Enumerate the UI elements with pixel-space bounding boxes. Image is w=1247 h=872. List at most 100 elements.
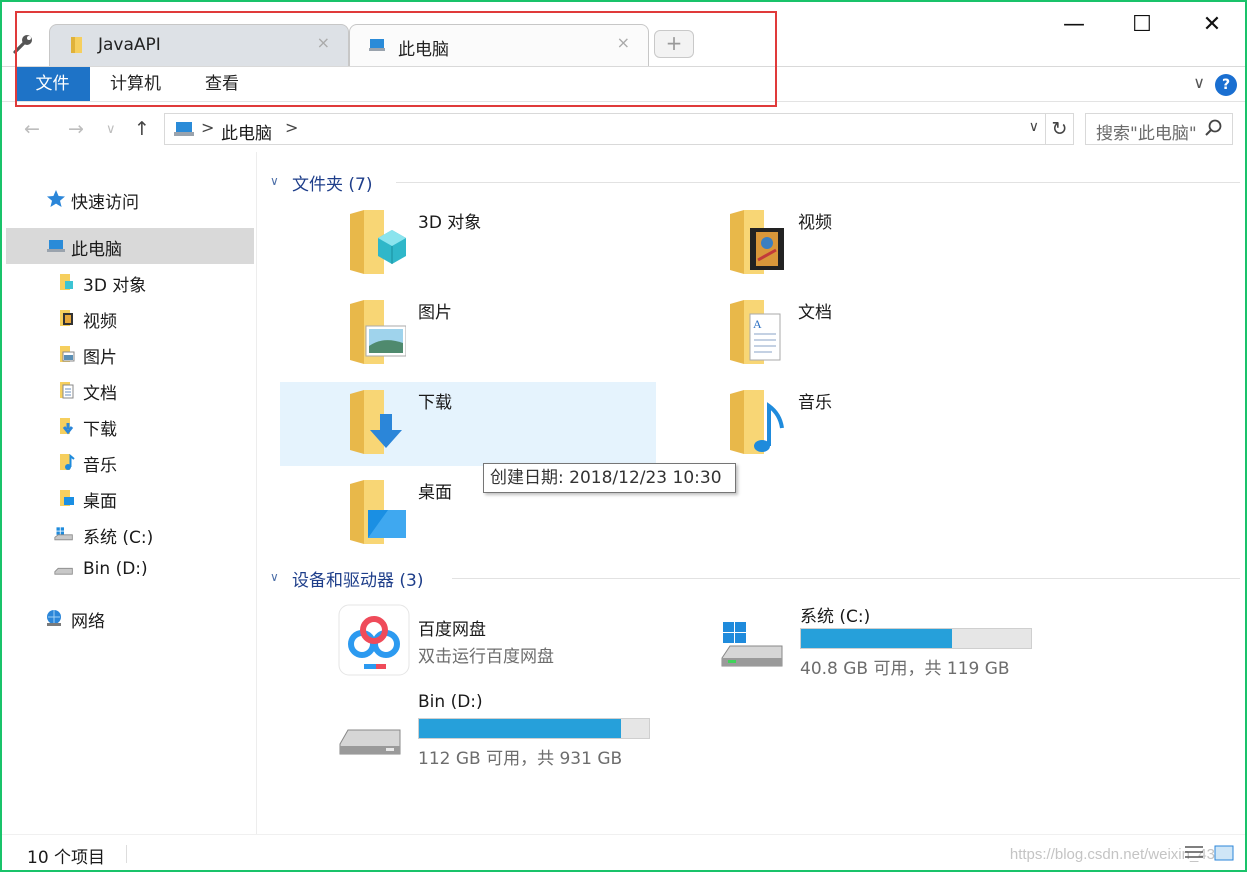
group-divider <box>452 578 1240 579</box>
sidebar-item-3d-objects[interactable]: 3D 对象 <box>6 264 254 300</box>
tab-close-button[interactable]: × <box>617 33 630 52</box>
folder-item-pictures[interactable]: 图片 <box>280 292 655 376</box>
search-box[interactable]: 搜索"此电脑" <box>1085 113 1233 145</box>
sidebar-item-label: 文档 <box>83 384 117 404</box>
quick-access-star-icon <box>47 190 65 207</box>
tab-close-button[interactable]: × <box>317 33 330 52</box>
folders-group-header[interactable]: ∨ 文件夹 (7) <box>270 168 1240 198</box>
sidebar-item-label: 3D 对象 <box>83 276 147 296</box>
close-window-button[interactable]: ✕ <box>1192 12 1232 42</box>
status-divider <box>126 845 127 863</box>
minimize-button[interactable]: — <box>1054 12 1094 42</box>
breadcrumb-this-pc[interactable]: 此电脑 <box>221 119 272 144</box>
address-dropdown-icon[interactable]: ∨ <box>1029 119 1039 135</box>
baidu-netdisk-icon <box>338 604 410 676</box>
drive-name: 系统 (C:) <box>800 607 871 627</box>
navigation-pane: 快速访问 此电脑 3D 对象 视频 图片 文档 下载 音乐 桌面 系统 (C:)… <box>2 152 257 834</box>
new-tab-button[interactable]: + <box>654 30 694 58</box>
folder-item-documents[interactable]: A 文档 <box>660 292 1035 376</box>
sidebar-item-label: 下载 <box>83 420 117 440</box>
title-bar: JavaAPI × 此电脑 × + — ☐ ✕ <box>2 2 1245 66</box>
collapse-chevron-icon[interactable]: ∨ <box>270 570 279 584</box>
folder-music-icon <box>730 390 784 454</box>
search-icon[interactable] <box>1204 118 1224 138</box>
drive-c-icon <box>721 622 783 667</box>
sidebar-item-documents[interactable]: 文档 <box>6 372 254 408</box>
maximize-button[interactable]: ☐ <box>1122 12 1162 42</box>
ribbon-tab-view[interactable]: 查看 <box>187 67 257 101</box>
search-placeholder: 搜索"此电脑" <box>1096 124 1196 144</box>
drive-usage-bar <box>418 718 650 739</box>
ribbon-tab-file[interactable]: 文件 <box>15 67 90 101</box>
sidebar-item-desktop[interactable]: 桌面 <box>6 480 254 516</box>
large-icons-view-icon[interactable] <box>1213 843 1235 863</box>
up-arrow-icon[interactable]: ↑ <box>134 118 150 140</box>
folder-3d-icon <box>350 210 406 274</box>
sidebar-item-this-pc[interactable]: 此电脑 <box>6 228 254 264</box>
sidebar-item-label: 桌面 <box>83 492 117 512</box>
wrench-icon[interactable] <box>12 32 36 56</box>
tooltip: 创建日期: 2018/12/23 10:30 <box>483 463 736 493</box>
back-arrow-icon[interactable]: ← <box>24 118 40 140</box>
breadcrumb-separator[interactable]: > <box>285 118 298 137</box>
refresh-icon[interactable]: ↻ <box>1045 114 1073 144</box>
folder-label: 3D 对象 <box>418 213 482 233</box>
drive-d-icon <box>54 567 73 575</box>
folder-label: 文档 <box>798 303 832 323</box>
status-bar: 10 个项目 https://blog.csdn.net/weixin_43 <box>2 834 1245 870</box>
sidebar-item-label: 快速访问 <box>71 193 139 213</box>
folder-documents-icon: A <box>730 300 781 364</box>
tab-javaapi[interactable]: JavaAPI × <box>49 24 349 66</box>
this-pc-icon <box>47 240 65 252</box>
folder-pictures-icon <box>60 346 75 362</box>
folder-music-icon <box>60 453 75 470</box>
this-pc-icon <box>369 39 385 51</box>
tab-label: 此电脑 <box>398 40 449 60</box>
sidebar-item-label: 图片 <box>83 348 117 368</box>
details-view-icon[interactable] <box>1183 843 1205 863</box>
devices-group-header[interactable]: ∨ 设备和驱动器 (3) <box>270 564 1240 594</box>
drive-d-icon <box>339 729 401 755</box>
ribbon-tab-computer[interactable]: 计算机 <box>92 67 179 101</box>
navigation-bar: ← → ∨ ↑ > 此电脑 > ∨ ↻ 搜索"此电脑" <box>2 110 1245 150</box>
drive-usage-fill <box>419 719 622 738</box>
drive-item-c[interactable]: 系统 (C:) 40.8 GB 可用，共 119 GB <box>720 602 1100 682</box>
folder-downloads-icon <box>60 418 74 435</box>
folder-desktop-icon <box>350 480 406 544</box>
content-pane: ∨ 文件夹 (7) 3D 对象 视频 图片 A 文档 下载 音乐 桌面 创建日期… <box>260 152 1245 834</box>
network-icon <box>47 610 61 626</box>
sidebar-item-music[interactable]: 音乐 <box>6 444 254 480</box>
sidebar-item-videos[interactable]: 视频 <box>6 300 254 336</box>
folder-item-music[interactable]: 音乐 <box>660 382 1035 466</box>
sidebar-item-quick-access[interactable]: 快速访问 <box>6 181 254 217</box>
collapse-chevron-icon[interactable]: ∨ <box>270 174 279 188</box>
folder-item-downloads[interactable]: 下载 <box>280 382 656 466</box>
breadcrumb-separator[interactable]: > <box>201 118 214 137</box>
folder-pictures-icon <box>350 300 406 364</box>
sidebar-item-label: 视频 <box>83 312 117 332</box>
this-pc-icon <box>174 122 194 136</box>
folder-video-icon <box>60 310 73 326</box>
sidebar-item-downloads[interactable]: 下载 <box>6 408 254 444</box>
sidebar-item-drive-d[interactable]: Bin (D:) <box>6 552 254 588</box>
folder-label: 音乐 <box>798 393 832 413</box>
sidebar-item-pictures[interactable]: 图片 <box>6 336 254 372</box>
folder-label: 下载 <box>418 393 452 413</box>
recent-locations-icon[interactable]: ∨ <box>106 122 116 137</box>
sidebar-item-network[interactable]: 网络 <box>6 600 254 636</box>
address-bar[interactable]: > 此电脑 > ∨ ↻ <box>164 113 1074 145</box>
ribbon-expand-icon[interactable]: ∨ <box>1193 73 1205 92</box>
sidebar-item-drive-c[interactable]: 系统 (C:) <box>6 516 254 552</box>
folder-desktop-icon <box>60 490 74 506</box>
app-item-baidu-netdisk[interactable]: 百度网盘 双击运行百度网盘 <box>338 604 718 684</box>
tab-this-pc[interactable]: 此电脑 × <box>349 24 649 66</box>
group-title: 设备和驱动器 (3) <box>292 571 424 591</box>
drive-c-icon <box>54 527 73 541</box>
forward-arrow-icon[interactable]: → <box>68 118 84 140</box>
drive-free-space: 112 GB 可用，共 931 GB <box>418 749 623 769</box>
help-icon[interactable]: ? <box>1215 74 1237 96</box>
drive-item-d[interactable]: Bin (D:) 112 GB 可用，共 931 GB <box>338 692 718 772</box>
folder-item-videos[interactable]: 视频 <box>660 202 1035 286</box>
folder-item-3d-objects[interactable]: 3D 对象 <box>280 202 655 286</box>
sidebar-item-label: 音乐 <box>83 456 117 476</box>
